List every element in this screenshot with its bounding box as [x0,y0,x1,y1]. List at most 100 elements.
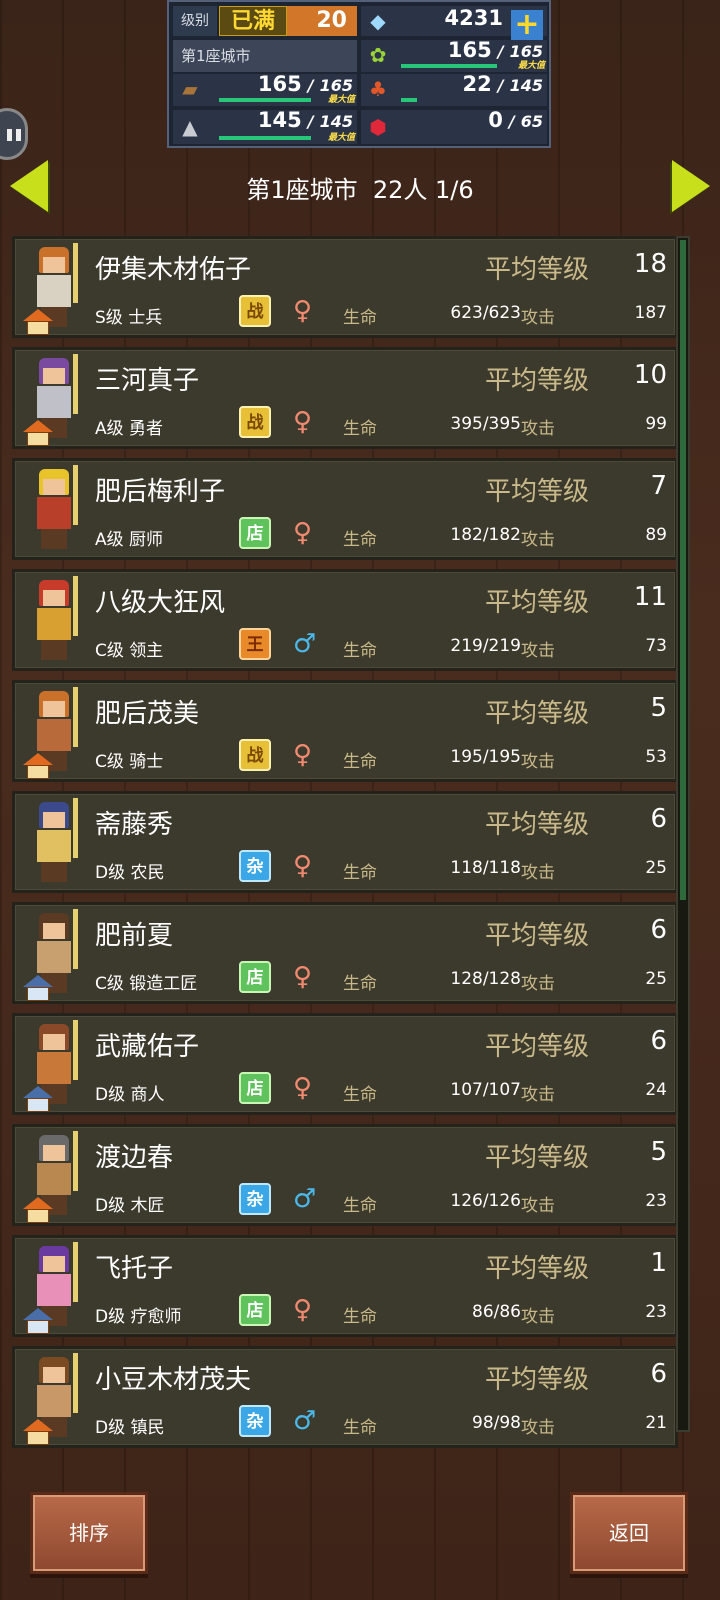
wood-icon: ▰ [182,77,198,101]
resident-row[interactable]: 飞托子 平均等级 1 D级 疗愈师 店 ♀ 生命 86/86 攻击 23 [12,1235,678,1337]
resident-name: 武藏佑子 [95,1032,200,1062]
gender-icon: ♀ [293,962,313,992]
gender-icon: ♀ [293,1073,313,1103]
resident-row[interactable]: 肥后茂美 平均等级 5 C级 骑士 战 ♀ 生命 195/195 攻击 53 [12,680,678,782]
hp-label: 生命 [343,974,377,994]
house-icon [23,309,53,335]
attack-label: 攻击 [521,1307,555,1327]
resident-avatar [23,1131,89,1223]
resident-level: 6 [650,1026,667,1056]
job-type-badge: 杂 [239,1183,271,1215]
resident-rank-job: C级 骑士 [95,752,164,772]
resident-row[interactable]: 伊集木材佑子 平均等级 18 S级 士兵 战 ♀ 生命 623/623 攻击 1… [12,236,678,338]
resident-avatar [23,1242,89,1334]
resident-avatar [23,1353,89,1445]
gender-icon: ♀ [293,740,313,770]
attack-value: 73 [645,636,667,656]
resident-rank-job: S级 士兵 [95,308,163,328]
resident-rank-job: D级 农民 [95,863,165,883]
resident-name: 八级大狂风 [95,588,226,618]
ruby-icon: ⬢ [369,115,387,139]
wood-resource: ▰ 165/165 最大值 [173,72,357,106]
hp-label: 生命 [343,1085,377,1105]
hp-value: 128/128 [450,969,521,989]
resident-row[interactable]: 肥后梅利子 平均等级 7 A级 厨师 店 ♀ 生命 182/182 攻击 89 [12,458,678,560]
stone-max: 145 [319,112,353,131]
diamond-icon: ◆ [370,9,386,33]
resident-row[interactable]: 八级大狂风 平均等级 11 C级 领主 王 ♂ 生命 219/219 攻击 73 [12,569,678,671]
resident-level: 6 [650,1359,667,1389]
gender-icon: ♂ [293,629,317,659]
job-type-badge: 杂 [239,850,271,882]
resident-name: 肥前夏 [95,921,174,951]
job-type-badge: 战 [239,739,271,771]
back-button[interactable]: 返回 [570,1492,688,1574]
resident-avatar [23,798,89,888]
resident-list: 伊集木材佑子 平均等级 18 S级 士兵 战 ♀ 生命 623/623 攻击 1… [12,236,678,1457]
resident-rank-job: A级 厨师 [95,530,164,550]
attack-label: 攻击 [521,1085,555,1105]
wood-cap-label: 最大值 [327,95,355,105]
house-icon [23,1419,53,1445]
resident-name: 伊集木材佑子 [95,255,252,285]
grass-bar [401,64,497,68]
resident-avatar [23,576,89,666]
next-page-arrow-icon[interactable] [672,160,710,212]
house-icon [23,420,53,446]
attack-value: 23 [645,1191,667,1211]
food-max: 145 [509,76,543,95]
scroll-thumb[interactable] [680,240,686,900]
gender-icon: ♀ [293,407,313,437]
resident-rank-job: D级 镇民 [95,1418,165,1438]
gem-count: 4231 [444,6,503,30]
attack-value: 25 [645,969,667,989]
avg-level-label: 平均等级 [485,477,590,507]
grass-cap-label: 最大值 [517,61,545,71]
gender-icon: ♀ [293,296,313,326]
resident-avatar [23,1020,89,1112]
grass-resource: ✿ 165/165 最大值 [361,38,547,72]
resident-level: 10 [633,360,667,390]
hp-value: 182/182 [450,525,521,545]
add-gems-button[interactable]: + [511,10,543,40]
sort-button[interactable]: 排序 [30,1492,148,1574]
resident-avatar [23,687,89,779]
food-resource: ♣ 22/145 [361,72,547,106]
gem-counter: ◆ 4231 + [361,6,547,40]
attack-label: 攻击 [521,308,555,328]
city-name: 第1座城市 [173,40,357,72]
resident-row[interactable]: 三河真子 平均等级 10 A级 勇者 战 ♀ 生命 395/395 攻击 99 [12,347,678,449]
hp-value: 107/107 [450,1080,521,1100]
resident-name: 飞托子 [95,1254,174,1284]
avg-level-label: 平均等级 [485,699,590,729]
job-type-badge: 战 [239,295,271,327]
gender-icon: ♂ [293,1184,317,1214]
hp-value: 98/98 [472,1413,521,1433]
attack-label: 攻击 [521,1196,555,1216]
resident-level: 6 [650,915,667,945]
avg-level-label: 平均等级 [485,1143,590,1173]
building-icon [23,975,53,1001]
hp-label: 生命 [343,308,377,328]
attack-value: 53 [645,747,667,767]
scrollbar[interactable] [676,236,690,1432]
attack-label: 攻击 [521,863,555,883]
ruby-resource: ⬢ 0/65 [361,108,547,144]
resident-rank-job: D级 商人 [95,1085,165,1105]
ruby-max: 65 [520,112,543,131]
resident-row[interactable]: 武藏佑子 平均等级 6 D级 商人 店 ♀ 生命 107/107 攻击 24 [12,1013,678,1115]
attack-label: 攻击 [521,974,555,994]
hp-label: 生命 [343,1307,377,1327]
job-type-badge: 店 [239,517,271,549]
level-max-badge: 已满 [219,6,287,36]
resident-name: 渡边春 [95,1143,174,1173]
avg-level-label: 平均等级 [485,921,590,951]
hp-value: 395/395 [450,414,521,434]
resident-row[interactable]: 小豆木材茂夫 平均等级 6 D级 镇民 杂 ♂ 生命 98/98 攻击 21 [12,1346,678,1448]
resident-level: 7 [650,471,667,501]
resident-row[interactable]: 斋藤秀 平均等级 6 D级 农民 杂 ♀ 生命 118/118 攻击 25 [12,791,678,893]
avg-level-label: 平均等级 [485,588,590,618]
resident-row[interactable]: 渡边春 平均等级 5 D级 木匠 杂 ♂ 生命 126/126 攻击 23 [12,1124,678,1226]
food-icon: ♣ [369,77,387,101]
resident-row[interactable]: 肥前夏 平均等级 6 C级 锻造工匠 店 ♀ 生命 128/128 攻击 25 [12,902,678,1004]
